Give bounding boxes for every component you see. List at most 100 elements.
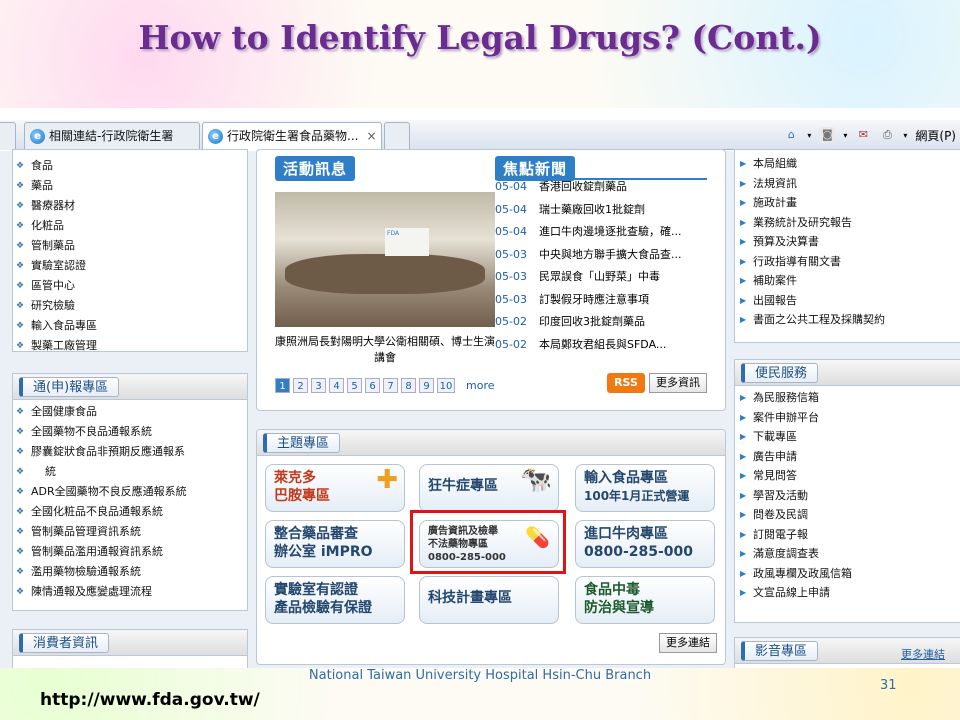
page-menu[interactable]: 網頁(P)	[915, 127, 956, 144]
topics-more-button[interactable]: 更多連結	[659, 633, 717, 653]
service-item[interactable]: 下載專區	[735, 427, 960, 447]
topic-impro[interactable]: 整合藥品審查 辦公室 iMPRO	[265, 520, 405, 568]
right-nav-item[interactable]: 法規資訊	[735, 174, 960, 194]
right-nav-item[interactable]: 行政指導有關文書	[735, 252, 960, 272]
right-nav-item[interactable]: 補助案件	[735, 271, 960, 291]
print-icon[interactable]: ⎙	[879, 127, 895, 143]
news-item[interactable]: 05-04 瑞士藥廠回收1批錠劑	[495, 199, 705, 222]
topic-imported-food[interactable]: 輸入食品專區 100年1月正式營運	[575, 464, 715, 512]
tab-related-links[interactable]: e 相關連結-行政院衛生署	[24, 122, 200, 150]
page-button[interactable]: 4	[329, 378, 344, 393]
activity-pager: 1 2 3 4 5 6 7 8 9 10 more	[275, 378, 495, 393]
topic-mad-cow[interactable]: 狂牛症專區 🐄	[419, 464, 559, 512]
right-nav-panel: 本局組織 法規資訊 施政計畫 業務統計及研究報告 預算及決算書 行政指導有關文書…	[734, 149, 960, 343]
report-item[interactable]: ADR全國藥物不良反應通報系統	[13, 482, 247, 502]
media-panel: 影音專區 更多連結	[734, 637, 960, 668]
service-item[interactable]: 學習及活動	[735, 486, 960, 506]
topics-title: 主題專區	[263, 433, 341, 453]
news-more-button[interactable]: 更多資訊	[649, 373, 707, 393]
service-item[interactable]: 廣告申請	[735, 447, 960, 467]
supplement-icon: ✚	[376, 465, 398, 495]
service-item[interactable]: 常見問答	[735, 466, 960, 486]
left-nav-item[interactable]: 醫療器材	[13, 196, 247, 216]
page-button[interactable]: 10	[437, 378, 455, 393]
close-tab-icon[interactable]: ×	[366, 129, 376, 143]
news-item[interactable]: 05-02 本局鄭玫君組長與SFDA...	[495, 334, 705, 357]
ie-icon: e	[30, 129, 45, 144]
report-item[interactable]: 全國藥物不良品通報系統	[13, 422, 247, 442]
page-button[interactable]: 9	[419, 378, 434, 393]
service-item[interactable]: 滿意度調查表	[735, 544, 960, 564]
consumer-panel-title: 消費者資訊	[19, 633, 110, 653]
report-item[interactable]: 膠囊錠狀食品非預期反應通報系	[13, 442, 247, 462]
browser-tab-bar: e 相關連結-行政院衛生署 e 行政院衛生署食品藥物... × ⌂ ▾ ◙ ▾ ✉ ⎙ ▾ …	[0, 120, 960, 150]
report-item[interactable]: 陳情通報及應變處理流程	[13, 582, 247, 602]
topic-tech-projects[interactable]: 科技計畫專區	[419, 576, 559, 624]
service-item[interactable]: 訂閱電子報	[735, 525, 960, 545]
highlight-box	[410, 510, 566, 574]
page-button[interactable]: 3	[311, 378, 326, 393]
page-button[interactable]: 5	[347, 378, 362, 393]
slide-url: http://www.fda.gov.tw/	[40, 690, 260, 710]
service-item[interactable]: 文宣品線上申請	[735, 583, 960, 603]
more-link[interactable]: more	[466, 378, 495, 393]
activity-photo[interactable]: FDA	[275, 192, 495, 327]
rss-button[interactable]: RSS	[607, 373, 645, 393]
topic-lab-cert[interactable]: 實驗室有認證 產品檢驗有保證	[265, 576, 405, 624]
topic-imported-beef[interactable]: 進口牛肉專區 0800-285-000	[575, 520, 715, 568]
page-button[interactable]: 8	[401, 378, 416, 393]
browser-screenshot: e 相關連結-行政院衛生署 e 行政院衛生署食品藥物... × ⌂ ▾ ◙ ▾ ✉ ⎙ ▾ …	[0, 108, 960, 668]
left-nav-item[interactable]: 研究檢驗	[13, 296, 247, 316]
news-item[interactable]: 05-04 進口牛肉邊境逐批查驗，確...	[495, 221, 705, 244]
left-nav-item[interactable]: 藥品	[13, 176, 247, 196]
topic-ractopamine[interactable]: 萊克多 巴胺專區 ✚	[265, 464, 405, 512]
report-item[interactable]: 管制藥品管理資訊系統	[13, 522, 247, 542]
right-nav-item[interactable]: 本局組織	[735, 154, 960, 174]
tab-partial[interactable]	[0, 122, 16, 150]
page-button[interactable]: 6	[365, 378, 380, 393]
report-item[interactable]: 管制藥品濫用通報資訊系統	[13, 542, 247, 562]
fda-page: 食品 藥品 醫療器材 化粧品 管制藥品 實驗室認證 區管中心 研究檢驗 輸入食品…	[0, 149, 960, 668]
left-nav-item[interactable]: 實驗室認證	[13, 256, 247, 276]
news-item[interactable]: 05-03 訂製假牙時應注意事項	[495, 289, 705, 312]
left-nav-item[interactable]: 化粧品	[13, 216, 247, 236]
news-item[interactable]: 05-03 中央與地方聯手擴大食品查...	[495, 244, 705, 267]
report-item[interactable]: 全國化粧品不良品通報系統	[13, 502, 247, 522]
mail-icon[interactable]: ✉	[855, 127, 871, 143]
right-nav-item[interactable]: 業務統計及研究報告	[735, 213, 960, 233]
ie-icon: e	[208, 129, 223, 144]
left-nav-item[interactable]: 區管中心	[13, 276, 247, 296]
page-button[interactable]: 7	[383, 378, 398, 393]
news-item[interactable]: 05-03 民眾誤食「山野菜」中毒	[495, 266, 705, 289]
right-nav-item[interactable]: 預算及決算書	[735, 232, 960, 252]
news-item[interactable]: 05-02 印度回收3批錠劑藥品	[495, 311, 705, 334]
page-button[interactable]: 1	[275, 378, 290, 393]
left-nav-item[interactable]: 輸入食品專區	[13, 316, 247, 336]
left-nav-item[interactable]: 管制藥品	[13, 236, 247, 256]
right-nav-item[interactable]: 出國報告	[735, 291, 960, 311]
report-item[interactable]: 全國健康食品	[13, 402, 247, 422]
report-panel: 通(申)報專區 全國健康食品 全國藥物不良品通報系統 膠囊錠狀食品非預期反應通報…	[12, 373, 248, 611]
page-button[interactable]: 2	[293, 378, 308, 393]
tab-fda-home[interactable]: e 行政院衛生署食品藥物... ×	[202, 122, 382, 150]
service-item[interactable]: 問卷及民調	[735, 505, 960, 525]
left-nav-item[interactable]: 製藥工廠管理	[13, 336, 247, 356]
news-item[interactable]: 05-04 香港回收錠劑藥品	[495, 176, 705, 199]
media-more-link[interactable]: 更多連結	[901, 646, 945, 662]
activity-caption[interactable]: 康照洲局長對陽明大學公衛相關碩、博士生演講會	[275, 334, 495, 366]
report-item-wrap[interactable]: 統	[13, 462, 247, 482]
home-icon[interactable]: ⌂	[783, 127, 799, 143]
service-item[interactable]: 政風專欄及政風信箱	[735, 564, 960, 584]
service-item[interactable]: 為民服務信箱	[735, 388, 960, 408]
browser-toolbar: ⌂ ▾ ◙ ▾ ✉ ⎙ ▾ 網頁(P)	[783, 120, 960, 150]
report-item[interactable]: 濫用藥物檢驗通報系統	[13, 562, 247, 582]
right-nav-item[interactable]: 書面之公共工程及採購契約	[735, 310, 960, 330]
left-nav-item[interactable]: 食品	[13, 156, 247, 176]
service-item[interactable]: 案件申辦平台	[735, 408, 960, 428]
media-panel-title: 影音專區	[741, 641, 819, 661]
feeds-icon[interactable]: ◙	[819, 127, 836, 143]
new-tab-button[interactable]	[384, 122, 410, 150]
right-nav-item[interactable]: 施政計畫	[735, 193, 960, 213]
topic-food-poisoning[interactable]: 食品中毒 防治與宣導	[575, 576, 715, 624]
service-panel: 便民服務 為民服務信箱 案件申辦平台 下載專區 廣告申請 常見問答 學習及活動 …	[734, 359, 960, 623]
